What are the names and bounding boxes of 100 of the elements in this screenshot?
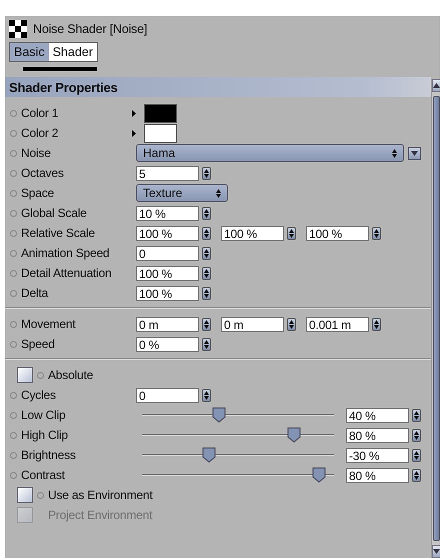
checkbox[interactable] bbox=[17, 367, 33, 383]
spin-button[interactable] bbox=[372, 318, 381, 330]
section-header: Shader Properties bbox=[5, 77, 431, 97]
dropdown[interactable]: Hama bbox=[136, 144, 404, 162]
bullet-icon bbox=[10, 290, 17, 296]
checker-icon bbox=[9, 20, 27, 38]
spin-button[interactable] bbox=[202, 338, 211, 350]
slider-track[interactable] bbox=[142, 407, 334, 423]
scroll-up-icon[interactable] bbox=[433, 83, 440, 88]
field-label: Noise bbox=[21, 146, 51, 160]
field-label: Brightness bbox=[21, 448, 76, 462]
color-swatch[interactable] bbox=[144, 124, 177, 142]
number-field[interactable]: 100 % bbox=[136, 226, 199, 240]
number-field[interactable]: 5 bbox=[136, 166, 199, 180]
number-field[interactable]: 100 % bbox=[306, 226, 369, 240]
number-field[interactable]: 0 bbox=[136, 388, 199, 402]
slider-track[interactable] bbox=[142, 427, 334, 443]
field-label: High Clip bbox=[21, 428, 68, 442]
bullet-icon bbox=[10, 320, 17, 328]
bullet-icon bbox=[10, 110, 17, 116]
spin-button[interactable] bbox=[202, 318, 211, 330]
bullet-icon bbox=[10, 412, 17, 418]
window-title: Noise Shader [Noise] bbox=[33, 22, 148, 36]
spin-button[interactable] bbox=[202, 166, 211, 180]
tab[interactable]: Basic bbox=[10, 43, 49, 61]
number-field[interactable]: 80 % bbox=[346, 468, 409, 482]
bullet-icon bbox=[10, 392, 17, 398]
field-label: Low Clip bbox=[21, 408, 66, 422]
field-label: Octaves bbox=[21, 166, 64, 180]
slider-thumb[interactable] bbox=[312, 467, 326, 483]
number-field[interactable]: 0.001 m bbox=[306, 316, 369, 332]
expand-triangle-icon[interactable] bbox=[132, 110, 136, 116]
spin-button[interactable] bbox=[412, 468, 421, 482]
bullet-icon bbox=[10, 472, 17, 478]
number-field[interactable]: -30 % bbox=[346, 448, 409, 462]
number-field[interactable]: 0 m bbox=[136, 316, 199, 332]
scroll-down-icon[interactable] bbox=[433, 549, 440, 554]
number-field[interactable]: 0 bbox=[136, 246, 199, 260]
tab[interactable]: Shader bbox=[48, 43, 97, 61]
spin-button[interactable] bbox=[202, 246, 211, 260]
checkbox-label: Absolute bbox=[48, 368, 94, 382]
checkbox[interactable] bbox=[17, 487, 33, 503]
bullet-icon bbox=[10, 340, 17, 348]
checkbox-label: Use as Environment bbox=[48, 488, 152, 502]
bullet-icon bbox=[37, 492, 44, 498]
spin-button[interactable] bbox=[202, 286, 211, 300]
scrollbar[interactable] bbox=[431, 79, 440, 558]
number-field[interactable]: 10 % bbox=[136, 206, 199, 220]
spin-button[interactable] bbox=[202, 206, 211, 220]
field-label: Delta bbox=[21, 286, 48, 300]
spin-button[interactable] bbox=[287, 226, 296, 240]
slider-thumb[interactable] bbox=[212, 407, 226, 423]
checkbox-label: Project Environment bbox=[48, 508, 152, 522]
field-label: Color 2 bbox=[21, 126, 58, 140]
bullet-icon bbox=[10, 432, 17, 438]
field-label: Color 1 bbox=[21, 106, 58, 120]
number-field[interactable]: 100 % bbox=[221, 226, 284, 240]
number-field[interactable]: 0 m bbox=[221, 316, 284, 332]
spin-button[interactable] bbox=[287, 318, 296, 330]
bullet-icon bbox=[10, 230, 17, 236]
bullet-icon bbox=[10, 452, 17, 458]
slider-thumb[interactable] bbox=[286, 427, 301, 443]
field-label: Cycles bbox=[21, 388, 56, 402]
bullet-icon bbox=[10, 170, 17, 176]
field-label: Contrast bbox=[21, 468, 65, 482]
color-swatch[interactable] bbox=[144, 104, 177, 122]
expand-triangle-icon[interactable] bbox=[132, 130, 136, 136]
field-label: Speed bbox=[21, 337, 55, 351]
dropdown-arrow-icon bbox=[411, 150, 418, 156]
field-label: Animation Speed bbox=[21, 246, 110, 260]
slider-track[interactable] bbox=[142, 447, 334, 463]
number-field[interactable]: 0 % bbox=[136, 336, 199, 352]
updown-icon bbox=[392, 148, 397, 158]
updown-icon bbox=[216, 188, 221, 198]
field-label: Detail Attenuation bbox=[21, 266, 112, 280]
bullet-icon bbox=[10, 130, 17, 136]
field-label: Space bbox=[21, 186, 54, 200]
dropdown[interactable]: Texture bbox=[136, 184, 228, 202]
spin-button[interactable] bbox=[372, 226, 381, 240]
spin-button[interactable] bbox=[412, 428, 421, 442]
spin-button[interactable] bbox=[412, 408, 421, 422]
spin-button[interactable] bbox=[202, 226, 211, 240]
number-field[interactable]: 100 % bbox=[136, 286, 199, 300]
slider-thumb[interactable] bbox=[202, 447, 216, 463]
number-field[interactable]: 40 % bbox=[346, 408, 409, 422]
field-label: Relative Scale bbox=[21, 226, 95, 240]
spin-button[interactable] bbox=[202, 388, 211, 402]
menu-button[interactable] bbox=[408, 146, 421, 160]
bullet-icon bbox=[10, 250, 17, 256]
bullet-icon bbox=[10, 270, 17, 276]
bullet-icon bbox=[10, 150, 17, 156]
number-field[interactable]: 80 % bbox=[346, 428, 409, 442]
spin-button[interactable] bbox=[202, 266, 211, 280]
bullet-icon bbox=[10, 210, 17, 216]
spin-button[interactable] bbox=[412, 448, 421, 462]
bullet-icon bbox=[37, 372, 44, 378]
slider-track[interactable] bbox=[142, 467, 334, 483]
field-label: Movement bbox=[21, 317, 76, 331]
number-field[interactable]: 100 % bbox=[136, 266, 199, 280]
bullet-icon bbox=[10, 190, 17, 196]
